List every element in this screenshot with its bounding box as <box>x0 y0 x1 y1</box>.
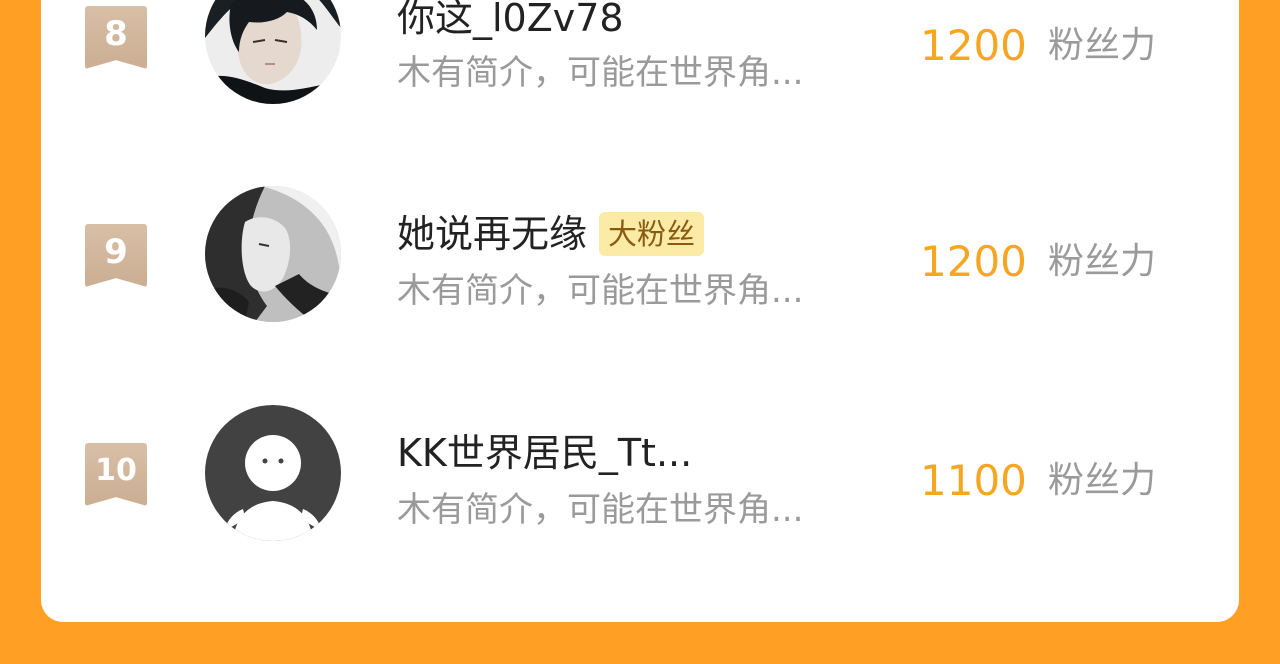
user-bio: 木有简介，可能在世界角... <box>397 271 804 311</box>
username[interactable]: KK世界居民_Tt... <box>397 427 692 479</box>
fan-power-value: 1200 <box>920 237 1027 286</box>
big-fan-badge: 大粉丝 <box>599 212 705 256</box>
rank-badge: 9 <box>85 224 147 287</box>
avatar[interactable] <box>205 405 341 541</box>
leaderboard-row[interactable]: 9 她说再无缘 大粉丝 木有简介，可能在世界角... 1200 粉丝力 <box>0 186 1280 326</box>
username[interactable]: 你这_l0Zv78 <box>397 0 624 44</box>
rank-badge: 8 <box>85 6 147 69</box>
rank-number: 10 <box>95 453 137 488</box>
avatar[interactable] <box>205 186 341 322</box>
leaderboard-row[interactable]: 8 你这_l0Zv78 木有简介，可能在世界角... 1200 粉丝力 <box>0 0 1280 110</box>
rank-number: 8 <box>104 14 128 54</box>
username[interactable]: 她说再无缘 <box>397 208 587 260</box>
username-line: 你这_l0Zv78 <box>397 0 624 44</box>
rank-number: 9 <box>104 232 128 272</box>
fan-power-value: 1100 <box>920 456 1027 505</box>
fan-power-value: 1200 <box>920 21 1027 70</box>
avatar[interactable] <box>205 0 341 104</box>
default-person-icon <box>205 405 341 541</box>
user-bio: 木有简介，可能在世界角... <box>397 53 804 93</box>
user-avatar-icon <box>205 186 341 322</box>
fan-power-unit: 粉丝力 <box>1048 241 1157 282</box>
user-avatar-icon <box>205 0 341 104</box>
leaderboard-row[interactable]: 10 KK世界居民_Tt... 木有简介，可能在世界角... 1100 粉丝力 <box>0 405 1280 545</box>
fan-power-unit: 粉丝力 <box>1048 460 1157 501</box>
user-bio: 木有简介，可能在世界角... <box>397 490 804 530</box>
username-line: 她说再无缘 大粉丝 <box>397 208 705 260</box>
username-line: KK世界居民_Tt... <box>397 427 692 479</box>
fan-power-unit: 粉丝力 <box>1048 25 1157 66</box>
rank-badge: 10 <box>85 443 147 506</box>
